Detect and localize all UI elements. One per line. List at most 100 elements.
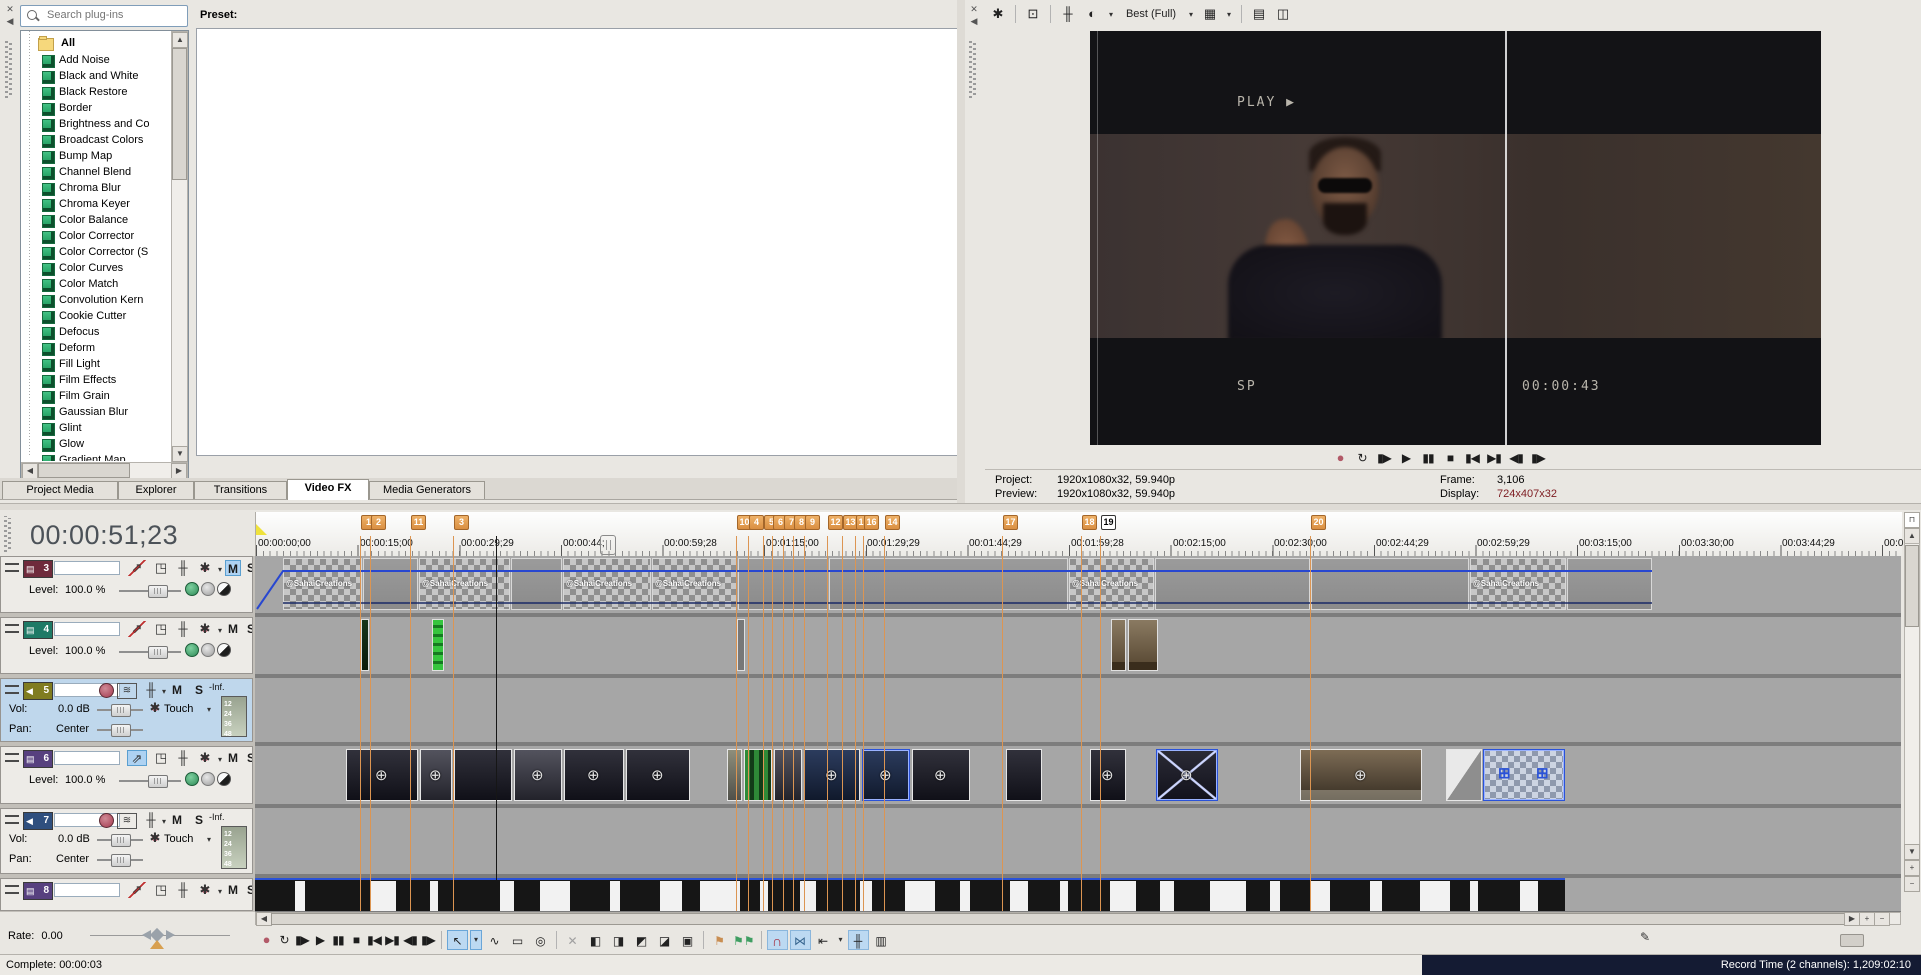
scroll-up-icon[interactable]: ▲ (172, 32, 188, 48)
mute-button[interactable]: M (225, 560, 241, 576)
tree-item[interactable]: Color Curves (21, 261, 171, 277)
marker-flag-18[interactable]: 18 (1082, 515, 1097, 530)
automation-dropdown[interactable]: ▾ (215, 626, 225, 635)
scroll-up-icon[interactable]: ▲ (1904, 528, 1920, 544)
envelope-edit-tool-button[interactable]: ∿ (484, 930, 505, 950)
hscroll-thumb[interactable] (271, 913, 1845, 925)
undock-icon[interactable]: ◀ (967, 15, 981, 28)
automation-mode-dropdown[interactable]: ▾ (204, 835, 214, 844)
grid-overlay-icon-dropdown[interactable]: ▾ (1224, 10, 1234, 19)
level-slider[interactable] (119, 651, 181, 653)
pan-slider[interactable] (97, 729, 143, 731)
level-slider-thumb[interactable] (148, 585, 168, 598)
slide-button[interactable]: ◪ (654, 930, 675, 950)
marker-flag-12[interactable]: 12 (828, 515, 843, 530)
loop-playback-button[interactable]: ↻ (1354, 450, 1370, 466)
track-envelope-button[interactable]: ╫ (141, 682, 161, 698)
mute-button[interactable]: M (169, 812, 185, 828)
opacity-envelope[interactable] (255, 556, 1901, 613)
timeline-vscrollbar[interactable]: ⊓ ▲ ▼ + − (1903, 512, 1920, 912)
zoom-in-time-button[interactable]: + (1859, 912, 1875, 926)
pan-slider-thumb[interactable] (111, 724, 131, 737)
status-widget[interactable] (1840, 934, 1864, 947)
solo-button[interactable]: S (243, 750, 253, 766)
play-from-start-button[interactable]: ▮▶ (1376, 450, 1392, 466)
event-clip[interactable] (737, 619, 745, 671)
tree-item[interactable]: Border (21, 101, 171, 117)
marker-flag-17[interactable]: 17 (1003, 515, 1018, 530)
mute-button[interactable]: M (225, 621, 241, 637)
tree-item[interactable]: Brightness and Co (21, 117, 171, 133)
marker-flag-20[interactable]: 20 (1311, 515, 1326, 530)
level-slider-thumb[interactable] (148, 775, 168, 788)
tab-explorer[interactable]: Explorer (118, 481, 194, 499)
tree-item[interactable]: Film Grain (21, 389, 171, 405)
previous-frame-button[interactable]: ◀▮ (402, 932, 418, 948)
pan-slider-thumb[interactable] (111, 854, 131, 867)
pan-crop-icon[interactable]: ⊕ (879, 766, 892, 784)
tree-item[interactable]: Gaussian Blur (21, 405, 171, 421)
bypass-motion-blur-button[interactable]: ⇗ (127, 560, 147, 576)
copy-snapshot-icon[interactable]: ▤ (1249, 4, 1269, 24)
event-clip[interactable]: ⊕ (862, 749, 910, 801)
track-header-6[interactable]: ▤6⇗◳╫✱▾MSLevel:100.0 % (0, 746, 253, 804)
make-compositing-child-icon[interactable] (201, 772, 215, 786)
compositing-parent-icon[interactable] (217, 772, 231, 786)
go-to-end-button[interactable]: ▶▮ (384, 932, 400, 948)
tree-item[interactable]: Cookie Cutter (21, 309, 171, 325)
scroll-right-icon[interactable]: ▶ (171, 463, 187, 479)
video-output-fx-icon-dropdown[interactable]: ▾ (1106, 10, 1116, 19)
event-clip[interactable]: ⊕ (420, 749, 452, 801)
bypass-motion-blur-button[interactable]: ⇗ (127, 882, 147, 898)
tree-item[interactable]: Gradient Map (21, 453, 171, 461)
tree-item[interactable]: Black and White (21, 69, 171, 85)
tree-item[interactable]: Bump Map (21, 149, 171, 165)
track-height-toggle-icon[interactable] (5, 884, 20, 898)
marker-flag-4[interactable]: 4 (749, 515, 764, 530)
arm-for-record-button[interactable] (99, 683, 114, 698)
envelope-dropdown[interactable]: ▾ (159, 817, 169, 826)
track-color-chip[interactable]: ◀7 (23, 812, 53, 830)
search-input[interactable] (45, 8, 185, 22)
tree-item[interactable]: Color Balance (21, 213, 171, 229)
pan-crop-icon[interactable]: ⊕ (1180, 766, 1193, 784)
vol-slider-thumb[interactable] (111, 704, 131, 717)
event-clip[interactable] (432, 619, 444, 671)
track-fx-button[interactable]: ╫ (173, 882, 193, 898)
record-button[interactable]: ● (258, 932, 274, 948)
insert-region-button[interactable]: ⚑⚑ (732, 930, 756, 950)
play-from-start-button[interactable]: ▮▶ (294, 932, 310, 948)
tree-item[interactable]: Defocus (21, 325, 171, 341)
solo-button[interactable]: S (191, 812, 207, 828)
lock-event-button[interactable]: ▣ (677, 930, 698, 950)
track-fx-button[interactable]: ≋ (117, 683, 137, 699)
event-clip[interactable]: ⊞⊞ (1483, 749, 1565, 801)
level-slider[interactable] (119, 780, 181, 782)
pan-slider[interactable] (97, 859, 143, 861)
pause-button[interactable]: ▮▮ (330, 932, 346, 948)
go-to-start-button[interactable]: ▮◀ (366, 932, 382, 948)
ruler-grip-handle[interactable] (600, 535, 616, 555)
tab-video-fx[interactable]: Video FX (287, 479, 369, 500)
zoom-out-time-button[interactable]: − (1874, 912, 1890, 926)
split-button[interactable]: ✕ (562, 930, 583, 950)
tab-media-generators[interactable]: Media Generators (369, 481, 485, 499)
tree-hscroll-thumb[interactable] (38, 463, 130, 478)
track-fx-button[interactable]: ╫ (173, 560, 193, 576)
normal-edit-tool-button[interactable]: ↖ (447, 930, 468, 950)
track-motion-button[interactable]: ◳ (151, 560, 171, 576)
scroll-down-icon[interactable]: ▼ (172, 446, 188, 462)
rate-handle-right[interactable] (166, 930, 175, 940)
track-fx-button[interactable]: ≋ (117, 813, 137, 829)
event-clip[interactable] (1111, 619, 1126, 671)
event-clip[interactable]: ⊕ (1156, 749, 1218, 801)
event-fx-icon[interactable]: ⊞ (1536, 764, 1549, 782)
zoom-in-track-button[interactable]: + (1904, 860, 1920, 876)
zoom-edit-tool-button[interactable]: ◎ (530, 930, 551, 950)
rate-scrub-slider[interactable] (90, 935, 230, 936)
tree-item[interactable]: Black Restore (21, 85, 171, 101)
timeline-hscrollbar[interactable]: ◀ ▶ + − (255, 912, 1901, 925)
plugin-tree[interactable]: AllAdd NoiseBlack and WhiteBlack Restore… (20, 30, 189, 480)
tree-item[interactable]: Convolution Kern (21, 293, 171, 309)
compositing-parent-icon[interactable] (217, 582, 231, 596)
